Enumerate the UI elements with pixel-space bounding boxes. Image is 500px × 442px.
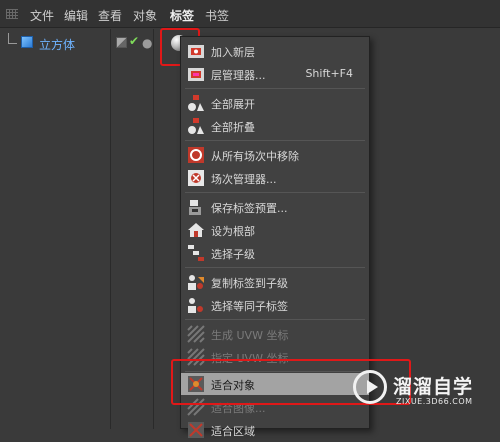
fit-to-region-icon: [187, 421, 205, 439]
menu-item-generate-uvw[interactable]: 生成 UVW 坐标: [181, 323, 369, 345]
menu-edit[interactable]: 编辑: [64, 7, 88, 24]
menu-item-layer-manager[interactable]: 层管理器... Shift+F4: [181, 63, 369, 85]
select-children-icon: [187, 244, 205, 262]
menu-item-select-identical-child-tags[interactable]: 选择等同子标签: [181, 294, 369, 316]
column-divider: [110, 29, 111, 429]
play-icon: [367, 380, 378, 394]
menu-item-take-manager[interactable]: 场次管理器...: [181, 167, 369, 189]
expand-all-icon: [187, 94, 205, 112]
set-as-root-icon: [187, 221, 205, 239]
menu-item-save-tag-preset[interactable]: 保存标签预置...: [181, 196, 369, 218]
menu-bookmarks[interactable]: 书签: [205, 7, 229, 24]
menu-item-expand-all[interactable]: 全部展开: [181, 92, 369, 114]
menu-separator: [185, 140, 365, 141]
menu-object[interactable]: 对象: [133, 7, 157, 24]
dot-icon[interactable]: ●: [142, 36, 152, 50]
menu-file[interactable]: 文件: [30, 7, 54, 24]
menu-separator: [185, 192, 365, 193]
watermark-url: ZIXUE.3D66.COM: [396, 397, 473, 406]
display-flag-icon[interactable]: [116, 37, 127, 48]
menu-item-set-as-root[interactable]: 设为根部: [181, 219, 369, 241]
watermark-logo-icon: [353, 370, 387, 404]
menu-item-fit-to-region[interactable]: 适合区域: [181, 419, 369, 441]
generate-uvw-icon: [187, 325, 205, 343]
add-layer-icon: [187, 42, 205, 60]
menu-item-collapse-all[interactable]: 全部折叠: [181, 115, 369, 137]
menu-bar: 文件 编辑 查看 对象 标签 书签: [0, 0, 500, 28]
menu-grip-icon[interactable]: [6, 9, 18, 19]
collapse-all-icon: [187, 117, 205, 135]
menu-item-remove-from-all-takes[interactable]: 从所有场次中移除: [181, 144, 369, 166]
save-tag-preset-icon: [187, 198, 205, 216]
layer-manager-icon: [187, 65, 205, 83]
tree-branch-line: [8, 33, 17, 44]
column-divider: [153, 29, 154, 429]
cube-icon: [21, 36, 33, 48]
menu-tags[interactable]: 标签: [170, 7, 194, 24]
menu-separator: [185, 319, 365, 320]
check-icon[interactable]: ✔: [129, 34, 139, 48]
menu-separator: [185, 267, 365, 268]
menu-item-add-new-layer[interactable]: 加入新层: [181, 40, 369, 62]
object-name[interactable]: 立方体: [39, 36, 75, 53]
menu-view[interactable]: 查看: [98, 7, 122, 24]
copy-tag-to-children-icon: [187, 273, 205, 291]
take-manager-icon: [187, 169, 205, 187]
watermark-title: 溜溜自学: [393, 376, 474, 398]
menu-separator: [185, 88, 365, 89]
menu-item-copy-tag-to-children[interactable]: 复制标签到子级: [181, 271, 369, 293]
select-identical-tags-icon: [187, 296, 205, 314]
remove-from-takes-icon: [187, 146, 205, 164]
menu-item-select-children[interactable]: 选择子级: [181, 242, 369, 264]
